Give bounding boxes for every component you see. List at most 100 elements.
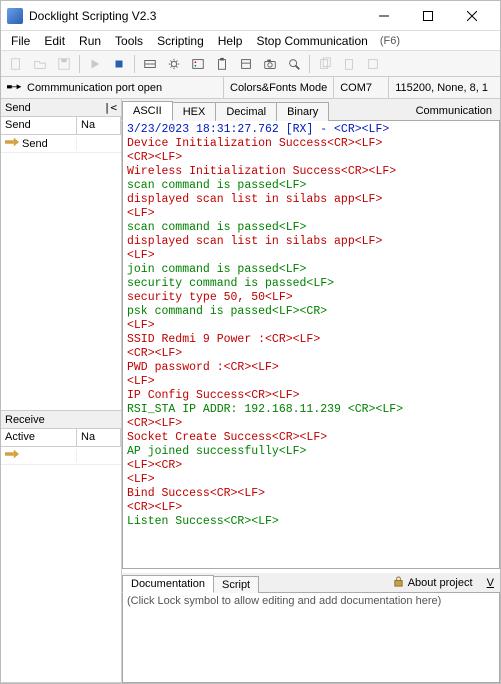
send-table-header: Send Na [1, 117, 121, 135]
main-area: Send |< Send Na Send [1, 99, 500, 683]
console-line: Socket Create Success<CR><LF> [127, 431, 495, 445]
send-section: Send |< Send Na Send [1, 99, 121, 411]
new-icon[interactable] [5, 53, 27, 75]
tool-5-icon[interactable] [235, 53, 257, 75]
console-line: scan command is passed<LF> [127, 221, 495, 235]
about-project-link[interactable]: About project V [387, 576, 500, 592]
documentation-placeholder: (Click Lock symbol to allow editing and … [127, 595, 441, 607]
send-header: Send |< [1, 99, 121, 117]
status-settings[interactable]: 115200, None, 8, 1 [389, 77, 501, 98]
receive-section: Receive Active Na [1, 411, 121, 683]
send-col-2[interactable]: Na [77, 117, 121, 134]
status-port-label: Commmunication port open [27, 82, 162, 94]
send-row-1-cell: Send [1, 137, 77, 150]
menu-stop-communication[interactable]: Stop Communication [250, 32, 373, 50]
app-icon [7, 8, 23, 24]
console-line: displayed scan list in silabs app<LF> [127, 235, 495, 249]
settings-icon[interactable] [163, 53, 185, 75]
about-project-label: About project [408, 577, 473, 589]
view-tabs: ASCII HEX Decimal Binary Communication [122, 99, 500, 121]
toolbar [1, 51, 500, 77]
menu-bar: File Edit Run Tools Scripting Help Stop … [1, 31, 500, 51]
table-row[interactable] [1, 447, 121, 465]
stop-icon[interactable] [108, 53, 130, 75]
tool-1-icon[interactable] [139, 53, 161, 75]
menu-file[interactable]: File [5, 32, 36, 50]
minimize-button[interactable] [362, 2, 406, 30]
status-port[interactable]: COM7 [334, 77, 389, 98]
console-line: displayed scan list in silabs app<LF> [127, 193, 495, 207]
console-line: <LF> [127, 375, 495, 389]
console-line: <LF> [127, 207, 495, 221]
search-icon[interactable] [283, 53, 305, 75]
menu-help[interactable]: Help [212, 32, 249, 50]
console-line: <CR><LF> [127, 347, 495, 361]
console-line: 3/23/2023 18:31:27.762 [RX] - <CR><LF> [127, 123, 495, 137]
console-line: scan command is passed<LF> [127, 179, 495, 193]
tab-documentation[interactable]: Documentation [122, 575, 214, 593]
console-line: <CR><LF> [127, 417, 495, 431]
status-port-open: Commmunication port open [1, 77, 224, 98]
menu-run[interactable]: Run [73, 32, 107, 50]
window-titlebar: Docklight Scripting V2.3 [1, 1, 500, 31]
documentation-body[interactable]: (Click Lock symbol to allow editing and … [122, 593, 500, 683]
tab-script[interactable]: Script [213, 576, 259, 593]
save-icon[interactable] [53, 53, 75, 75]
send-collapse-icon[interactable]: |< [104, 101, 117, 114]
console-line: <CR><LF> [127, 501, 495, 515]
copy-icon[interactable] [314, 53, 336, 75]
paste-icon[interactable] [338, 53, 360, 75]
tab-hex[interactable]: HEX [172, 102, 217, 121]
receive-title: Receive [5, 414, 117, 426]
tab-ascii[interactable]: ASCII [122, 101, 173, 121]
send-table-body: Send [1, 135, 121, 411]
send-col-1[interactable]: Send [1, 117, 77, 134]
tab-binary[interactable]: Binary [276, 102, 329, 121]
menu-tools[interactable]: Tools [109, 32, 149, 50]
console-line: <LF> [127, 473, 495, 487]
console-line: AP joined successfully<LF> [127, 445, 495, 459]
camera-icon[interactable] [259, 53, 281, 75]
maximize-button[interactable] [406, 2, 450, 30]
menu-edit[interactable]: Edit [38, 32, 71, 50]
console-line: <LF> [127, 249, 495, 263]
receive-arrow-icon[interactable] [5, 449, 19, 462]
console-line: Device Initialization Success<CR><LF> [127, 137, 495, 151]
receive-row-1-cell [1, 449, 77, 462]
tab-decimal[interactable]: Decimal [215, 102, 277, 121]
menu-scripting[interactable]: Scripting [151, 32, 210, 50]
lock-icon [393, 576, 404, 590]
console-line: IP Config Success<CR><LF> [127, 389, 495, 403]
console-line: <LF> [127, 319, 495, 333]
receive-header: Receive [1, 411, 121, 429]
window-title: Docklight Scripting V2.3 [29, 9, 362, 23]
left-panel: Send |< Send Na Send [1, 99, 122, 683]
receive-table-body [1, 447, 121, 683]
table-row[interactable]: Send [1, 135, 121, 153]
menu-stop-hint: (F6) [380, 35, 400, 47]
console-line: security command is passed<LF> [127, 277, 495, 291]
communication-console[interactable]: 3/23/2023 18:31:27.762 [RX] - <CR><LF>De… [122, 121, 500, 569]
clipboard-icon[interactable] [211, 53, 233, 75]
doc-tabs: Documentation Script About project V [122, 573, 500, 593]
about-project-suffix: V [487, 577, 494, 589]
tab-right-label: Communication [408, 102, 500, 120]
status-mode[interactable]: Colors&Fonts Mode [224, 77, 334, 98]
console-line: Wireless Initialization Success<CR><LF> [127, 165, 495, 179]
console-line: PWD password :<CR><LF> [127, 361, 495, 375]
send-arrow-icon[interactable] [5, 137, 19, 150]
console-line: Bind Success<CR><LF> [127, 487, 495, 501]
console-line: Listen Success<CR><LF> [127, 515, 495, 529]
tool-6-icon[interactable] [362, 53, 384, 75]
receive-col-2[interactable]: Na [77, 429, 121, 446]
open-icon[interactable] [29, 53, 51, 75]
console-line: <CR><LF> [127, 151, 495, 165]
send-title: Send [5, 102, 104, 114]
receive-col-1[interactable]: Active [1, 429, 77, 446]
play-icon[interactable] [84, 53, 106, 75]
console-line: SSID Redmi 9 Power :<CR><LF> [127, 333, 495, 347]
tool-3-icon[interactable] [187, 53, 209, 75]
close-button[interactable] [450, 2, 494, 30]
console-line: security type 50, 50<LF> [127, 291, 495, 305]
documentation-panel: Documentation Script About project V (Cl… [122, 573, 500, 683]
